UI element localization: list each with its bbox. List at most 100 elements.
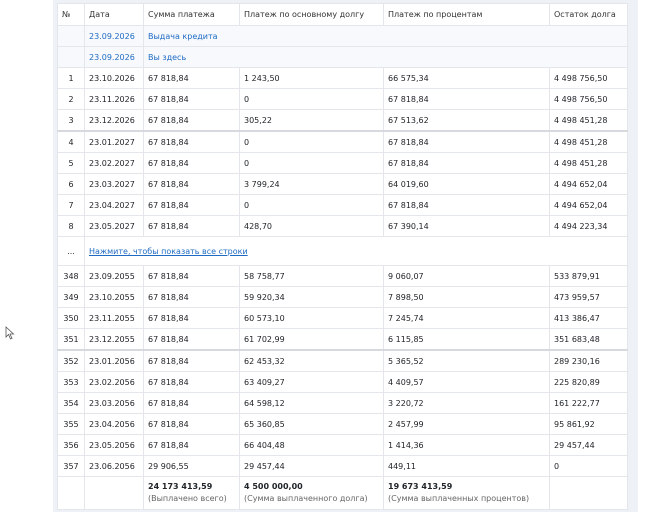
balance-cell: 0 bbox=[549, 455, 628, 477]
date-cell: 23.11.2055 bbox=[84, 307, 144, 329]
number-cell: 351 bbox=[57, 328, 85, 351]
number-cell: 4 bbox=[57, 130, 85, 153]
date-cell: 23.12.2055 bbox=[84, 328, 144, 351]
total-principal-value: 4 500 000,00 bbox=[244, 482, 303, 491]
table-row: 357 23.06.2056 29 906,55 29 457,44 449,11 0 bbox=[57, 455, 628, 477]
total-paid-caption: (Выплачено всего) bbox=[148, 494, 227, 503]
table-row: 348 23.09.2055 67 818,84 58 758,77 9 060,07 5… bbox=[57, 265, 628, 287]
date-cell: 23.01.2027 bbox=[84, 130, 144, 153]
interest-cell: 7 245,74 bbox=[383, 307, 550, 329]
payment-cell: 67 818,84 bbox=[143, 265, 240, 287]
balance-cell: 4 498 756,50 bbox=[549, 67, 628, 89]
column-header-payment: Сумма платежа bbox=[143, 3, 240, 26]
total-paid-value: 24 173 413,59 bbox=[148, 482, 213, 491]
total-paid: 24 173 413,59 (Выплачено всего) bbox=[143, 476, 240, 510]
number-cell: 7 bbox=[57, 194, 85, 216]
date-cell: 23.10.2055 bbox=[84, 286, 144, 308]
table-header-row: № Дата Сумма платежа Платеж по основному… bbox=[57, 3, 628, 26]
principal-cell: 65 360,85 bbox=[239, 413, 384, 435]
date-cell: 23.02.2027 bbox=[84, 152, 144, 174]
principal-cell: 0 bbox=[239, 152, 384, 174]
info-row: 23.09.2026 Выдача кредита bbox=[57, 25, 628, 47]
interest-cell: 67 818,84 bbox=[383, 130, 550, 153]
payment-cell: 67 818,84 bbox=[143, 307, 240, 329]
payment-cell: 67 818,84 bbox=[143, 88, 240, 110]
info-date: 23.09.2026 bbox=[89, 52, 135, 62]
table-row: 4 23.01.2027 67 818,84 0 67 818,84 4 498 451,… bbox=[57, 130, 628, 153]
principal-cell: 64 598,12 bbox=[239, 392, 384, 414]
info-row: 23.09.2026 Вы здесь bbox=[57, 46, 628, 68]
payment-cell: 67 818,84 bbox=[143, 434, 240, 456]
number-cell: 356 bbox=[57, 434, 85, 456]
balance-cell: 4 498 451,28 bbox=[549, 109, 628, 132]
column-header-principal: Платеж по основному долгу bbox=[239, 3, 384, 26]
date-cell: 23.03.2027 bbox=[84, 173, 144, 195]
expand-link-cell: Нажмите, чтобы показать все строки bbox=[84, 236, 628, 266]
principal-cell: 66 404,48 bbox=[239, 434, 384, 456]
interest-cell: 2 457,99 bbox=[383, 413, 550, 435]
number-cell: 350 bbox=[57, 307, 85, 329]
table-row: 352 23.01.2056 67 818,84 62 453,32 5 365,52 2… bbox=[57, 349, 628, 372]
payment-cell: 67 818,84 bbox=[143, 173, 240, 195]
table-row: 7 23.04.2027 67 818,84 0 67 818,84 4 494 652,… bbox=[57, 194, 628, 216]
number-cell bbox=[57, 25, 85, 47]
balance-cell: 95 861,92 bbox=[549, 413, 628, 435]
payment-cell: 67 818,84 bbox=[143, 413, 240, 435]
date-cell: 23.06.2056 bbox=[84, 455, 144, 477]
payment-cell: 67 818,84 bbox=[143, 349, 240, 372]
balance-cell: 4 494 652,04 bbox=[549, 173, 628, 195]
principal-cell: 3 799,24 bbox=[239, 173, 384, 195]
total-principal: 4 500 000,00 (Сумма выплаченного долга) bbox=[239, 476, 384, 510]
table-row: 8 23.05.2027 67 818,84 428,70 67 390,14 4 494… bbox=[57, 215, 628, 237]
interest-cell: 67 513,62 bbox=[383, 109, 550, 132]
column-header-balance: Остаток долга bbox=[549, 3, 628, 26]
balance-cell: 161 222,77 bbox=[549, 392, 628, 414]
balance-cell bbox=[549, 476, 628, 510]
principal-cell: 29 457,44 bbox=[239, 455, 384, 477]
balance-cell: 289 230,16 bbox=[549, 349, 628, 372]
date-cell: 23.03.2056 bbox=[84, 392, 144, 414]
number-cell bbox=[57, 46, 85, 68]
interest-cell: 67 818,84 bbox=[383, 194, 550, 216]
interest-cell: 3 220,72 bbox=[383, 392, 550, 414]
interest-cell: 4 409,57 bbox=[383, 371, 550, 393]
date-cell bbox=[84, 476, 144, 510]
table-row: 2 23.11.2026 67 818,84 0 67 818,84 4 498 756,… bbox=[57, 88, 628, 110]
principal-cell: 61 702,99 bbox=[239, 328, 384, 351]
number-cell: 5 bbox=[57, 152, 85, 174]
principal-cell: 0 bbox=[239, 130, 384, 153]
principal-cell: 0 bbox=[239, 88, 384, 110]
interest-cell: 6 115,85 bbox=[383, 328, 550, 351]
payment-cell: 67 818,84 bbox=[143, 194, 240, 216]
info-date: 23.09.2026 bbox=[89, 31, 135, 41]
total-interest: 19 673 413,59 (Сумма выплаченных проценто… bbox=[383, 476, 550, 510]
column-header-date: Дата bbox=[84, 3, 144, 26]
balance-cell: 533 879,91 bbox=[549, 265, 628, 287]
date-cell: 23.01.2056 bbox=[84, 349, 144, 372]
interest-cell: 1 414,36 bbox=[383, 434, 550, 456]
table-row: 354 23.03.2056 67 818,84 64 598,12 3 220,72 1… bbox=[57, 392, 628, 414]
number-cell: 2 bbox=[57, 88, 85, 110]
table-row: 351 23.12.2055 67 818,84 61 702,99 6 115,85 3… bbox=[57, 328, 628, 351]
total-interest-caption: (Сумма выплаченных процентов) bbox=[388, 494, 530, 503]
number-cell: 355 bbox=[57, 413, 85, 435]
payment-cell: 67 818,84 bbox=[143, 109, 240, 132]
date-cell: 23.10.2026 bbox=[84, 67, 144, 89]
principal-cell: 60 573,10 bbox=[239, 307, 384, 329]
date-cell: 23.09.2055 bbox=[84, 265, 144, 287]
table-row: 5 23.02.2027 67 818,84 0 67 818,84 4 498 451,… bbox=[57, 152, 628, 174]
date-cell: 23.05.2027 bbox=[84, 215, 144, 237]
balance-cell: 351 683,48 bbox=[549, 328, 628, 351]
total-interest-value: 19 673 413,59 bbox=[388, 482, 453, 491]
totals-row: 24 173 413,59 (Выплачено всего) 4 500 000,… bbox=[57, 476, 628, 510]
number-cell: 354 bbox=[57, 392, 85, 414]
date-cell: 23.04.2056 bbox=[84, 413, 144, 435]
interest-cell: 67 390,14 bbox=[383, 215, 550, 237]
table-row: 353 23.02.2056 67 818,84 63 409,27 4 409,57 2… bbox=[57, 371, 628, 393]
payment-cell: 67 818,84 bbox=[143, 392, 240, 414]
number-cell: 1 bbox=[57, 67, 85, 89]
show-all-rows-link[interactable]: Нажмите, чтобы показать все строки bbox=[89, 247, 248, 256]
principal-cell: 58 758,77 bbox=[239, 265, 384, 287]
expand-row: ... Нажмите, чтобы показать все строки bbox=[57, 236, 628, 266]
payment-schedule-table: № Дата Сумма платежа Платеж по основному… bbox=[57, 3, 628, 510]
